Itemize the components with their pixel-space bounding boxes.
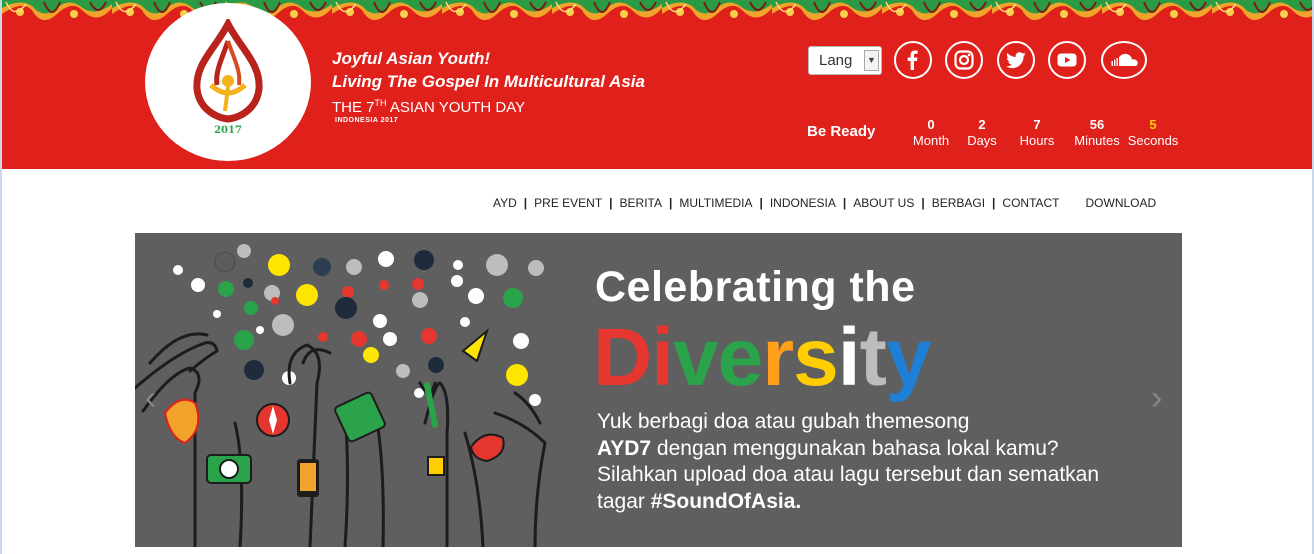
ayd-logo-mark: 2017 [193,19,263,136]
site-header: 2017 Joyful Asian Youth! Living The Gosp… [2,0,1312,169]
tagline-line-2: Living The Gospel In Multicultural Asia [332,72,645,91]
countdown-hours-unit: Hours [1019,133,1055,148]
nav-item-multimedia[interactable]: MULTIMEDIA [672,196,759,210]
event-title-suffix: ASIAN YOUTH DAY [386,99,526,116]
diversity-letter: t [859,312,887,403]
banner-hashtag: #SoundOfAsia. [650,489,802,513]
banner-diversity-word: D i v e r s i t y [593,311,932,405]
chevron-down-icon[interactable]: ▼ [864,50,879,71]
banner-line-4-prefix: tagar [597,489,651,513]
countdown-hours: 7 Hours [1007,117,1067,148]
tagline: Joyful Asian Youth! Living The Gospel In… [332,47,645,93]
language-select[interactable]: Lang ▼ [808,46,882,75]
banner-line-3: Silahkan upload doa atau lagu tersebut d… [597,463,1100,486]
countdown-days: 2 Days [952,117,1012,148]
diversity-letter: r [762,312,794,403]
props [163,327,505,497]
countdown-seconds-value: 5 [1149,117,1157,132]
diversity-letter: y [885,312,932,403]
tagline-line-1: Joyful Asian Youth! [332,49,491,68]
countdown-seconds-unit: Seconds [1127,133,1179,148]
nav-item-about-us[interactable]: ABOUT US [846,196,921,210]
banner-line-2-bold: AYD7 [597,436,652,460]
diversity-letter: i [837,312,861,403]
event-title-sup: TH [374,98,387,108]
confetti-dots [173,244,544,406]
carousel-prev-button[interactable]: ‹ [145,379,156,418]
diversity-letter: D [593,312,652,403]
soundcloud-icon[interactable] [1101,41,1147,79]
main-nav: AYD | PRE EVENT | BERITA | MULTIMEDIA | INDO… [486,195,1163,211]
event-title-prefix: THE 7 [332,99,375,116]
nav-item-indonesia[interactable]: INDONESIA [763,196,843,210]
nav-item-contact[interactable]: CONTACT [995,196,1066,210]
countdown-minutes-unit: Minutes [1074,133,1120,148]
countdown-label: Be Ready [807,123,876,140]
twitter-icon[interactable] [997,41,1035,79]
page: 2017 Joyful Asian Youth! Living The Gosp… [0,0,1314,554]
facebook-icon[interactable] [894,41,932,79]
nav-item-download[interactable]: DOWNLOAD [1079,196,1164,210]
logo-year: 2017 [214,125,242,136]
hands-illustration [135,244,547,547]
youtube-icon[interactable] [1048,41,1086,79]
ayd-logo[interactable]: 2017 [145,3,311,161]
banner-headline: Celebrating the [595,263,916,311]
diversity-letter: e [717,312,764,403]
instagram-icon[interactable] [945,41,983,79]
countdown-minutes-value: 56 [1089,117,1105,132]
countdown-minutes: 56 Minutes [1067,117,1127,148]
countdown-hours-value: 7 [1033,117,1041,132]
language-select-value: Lang [819,52,853,69]
event-title: THE 7TH ASIAN YOUTH DAY [332,98,525,116]
diversity-letter: i [651,312,674,403]
countdown-days-value: 2 [978,117,986,132]
countdown-seconds: 5 Seconds [1123,117,1183,148]
event-subtitle: INDONESIA 2017 [335,117,399,124]
hero-banner[interactable]: ‹ › Celebrating the D i v e r s i t y Yu… [135,233,1182,547]
diversity-letter: v [673,312,719,403]
nav-item-ayd[interactable]: AYD [486,196,524,210]
nav-item-pre-event[interactable]: PRE EVENT [527,196,609,210]
banner-line-2-rest: dengan menggunakan bahasa lokal kamu? [651,436,1059,460]
banner-line-4: tagar #SoundOfAsia. [597,489,1157,516]
diversity-letter: s [793,312,839,403]
nav-item-berbagi[interactable]: BERBAGI [925,196,992,210]
countdown-days-unit: Days [967,133,997,148]
banner-line-1: Yuk berbagi doa atau gubah themesong [597,410,970,433]
nav-item-berita[interactable]: BERITA [613,196,669,210]
banner-line-2: AYD7 dengan menggunakan bahasa lokal kam… [597,436,1157,463]
banner-body-text: Yuk berbagi doa atau gubah themesong AYD… [597,409,1157,515]
